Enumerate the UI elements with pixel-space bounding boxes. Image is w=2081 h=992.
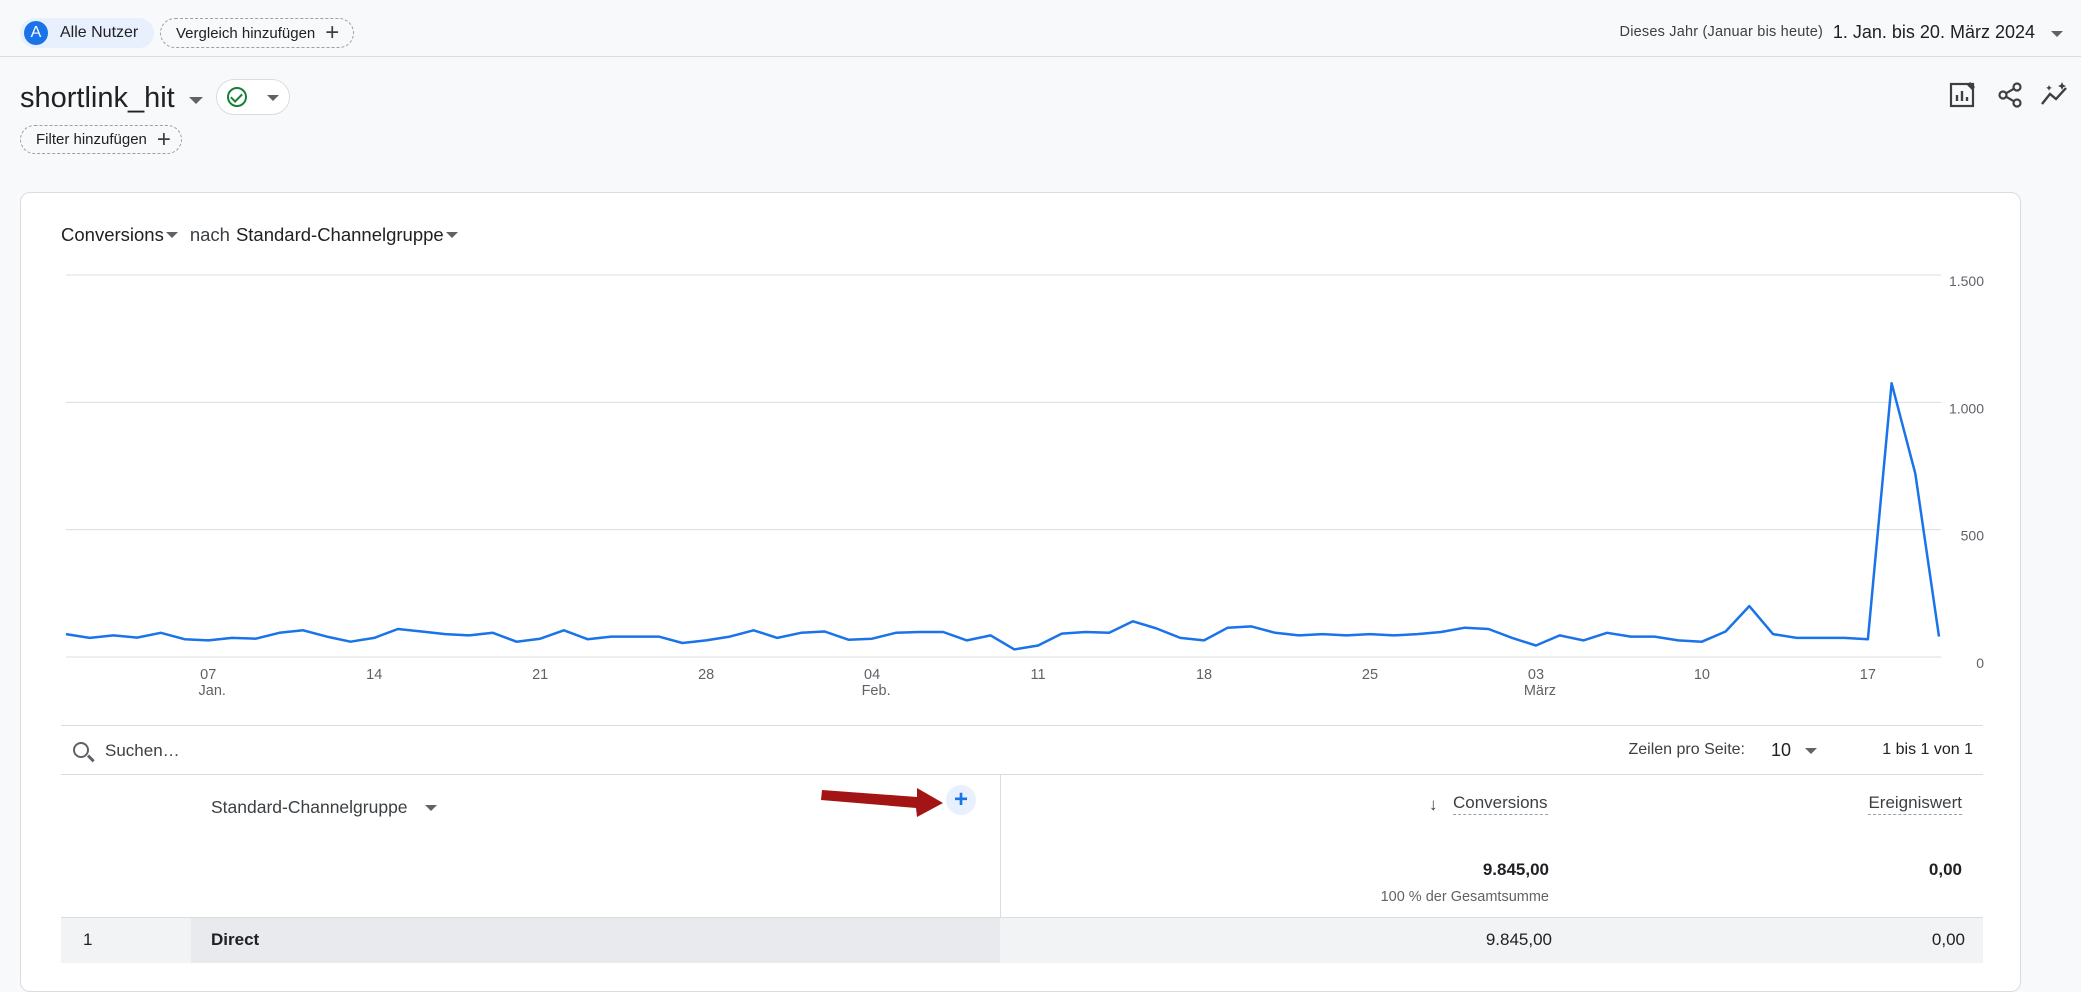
x-tick-label: 28 — [698, 667, 714, 683]
x-tick-label: 04 — [864, 667, 880, 683]
segment-label: Alle Nutzer — [60, 24, 139, 41]
rows-per-page-label: Zeilen pro Seite: — [1628, 741, 1745, 758]
segment-chip-all-users[interactable]: A Alle Nutzer — [20, 18, 155, 48]
y-tick-label: 1.500 — [1949, 273, 1984, 289]
column-header-conversions[interactable]: Conversions — [1453, 793, 1548, 815]
row-conversions-value: 9.845,00 — [1485, 930, 1552, 949]
table-search-bar: Zeilen pro Seite: 10 1 bis 1 von 1 — [61, 725, 1983, 775]
conversions-line-chart: 1.500 1.000 500 0 07Jan. 14 21 28 04Feb. 11 18 25 03… — [65, 273, 1985, 699]
x-tick-label: 18 — [1196, 667, 1212, 683]
x-tick-month-label: Jan. — [199, 683, 226, 699]
report-card: Conversions nach Standard-Channelgruppe … — [20, 192, 2021, 992]
y-tick-label: 500 — [1961, 528, 1985, 544]
add-filter-label: Filter hinzufügen — [36, 131, 147, 148]
x-tick-label: 21 — [532, 667, 548, 683]
share-icon[interactable] — [1995, 80, 2025, 110]
add-comparison-label: Vergleich hinzufügen — [176, 24, 316, 42]
y-tick-label: 0 — [1976, 655, 1984, 671]
chevron-down-icon — [267, 95, 279, 101]
column-header-event-value[interactable]: Ereigniswert — [1868, 793, 1962, 815]
sort-descending-icon: ↓ — [1429, 795, 1438, 814]
total-event-value: 0,00 — [1928, 860, 1962, 879]
segment-avatar: A — [24, 21, 48, 45]
check-circle-icon — [227, 87, 247, 107]
row-dimension-value[interactable]: Direct — [211, 930, 259, 950]
date-range-picker[interactable]: 1. Jan. bis 20. März 2024 — [1833, 22, 2035, 43]
search-input[interactable] — [103, 736, 607, 766]
report-title[interactable]: shortlink_hit — [20, 82, 175, 115]
x-tick-label: 07 — [200, 667, 216, 683]
chevron-down-icon[interactable] — [425, 805, 437, 811]
dimension-column-header[interactable]: Standard-Channelgruppe — [211, 797, 408, 818]
rows-per-page-select[interactable]: 10 — [1771, 740, 1791, 761]
x-tick-label: 25 — [1362, 667, 1378, 683]
total-percent-label: 100 % der Gesamtsumme — [1380, 889, 1549, 905]
row-dimension-cell — [191, 918, 1000, 963]
conversions-series-line[interactable] — [65, 381, 1941, 651]
row-number: 1 — [83, 930, 93, 949]
status-chip[interactable] — [216, 79, 290, 115]
plus-icon: + — [325, 19, 340, 46]
x-tick-label: 11 — [1031, 667, 1046, 683]
x-tick-month-label: März — [1524, 683, 1556, 699]
row-event-value: 0,00 — [1931, 930, 1965, 949]
table-row[interactable]: 1 Direct 9.845,00 0,00 — [61, 918, 1983, 963]
pagination-info: 1 bis 1 von 1 — [1882, 741, 1973, 758]
x-tick-label: 10 — [1694, 667, 1710, 683]
x-tick-month-label: Feb. — [862, 683, 891, 699]
search-icon — [73, 742, 89, 758]
x-tick-label: 14 — [366, 667, 382, 683]
chevron-down-icon[interactable] — [2051, 31, 2063, 37]
total-conversions: 9.845,00 — [1482, 860, 1549, 879]
x-tick-label: 17 — [1860, 667, 1876, 683]
chevron-down-icon[interactable] — [189, 97, 203, 104]
add-comparison-button[interactable]: Vergleich hinzufügen + — [160, 18, 355, 48]
add-filter-button[interactable]: Filter hinzufügen + — [20, 125, 182, 154]
y-tick-label: 1.000 — [1949, 400, 1984, 416]
chevron-down-icon[interactable] — [1805, 748, 1817, 754]
x-tick-label: 03 — [1528, 667, 1544, 683]
top-bar: A Alle Nutzer Vergleich hinzufügen + Die… — [0, 0, 2081, 57]
plus-icon: + — [156, 125, 171, 153]
add-dimension-button[interactable]: + — [946, 785, 976, 815]
insights-icon[interactable] — [2040, 80, 2070, 110]
edit-chart-icon[interactable] — [1948, 80, 1978, 110]
date-preset-label[interactable]: Dieses Jahr (Januar bis heute) — [1620, 24, 1823, 40]
